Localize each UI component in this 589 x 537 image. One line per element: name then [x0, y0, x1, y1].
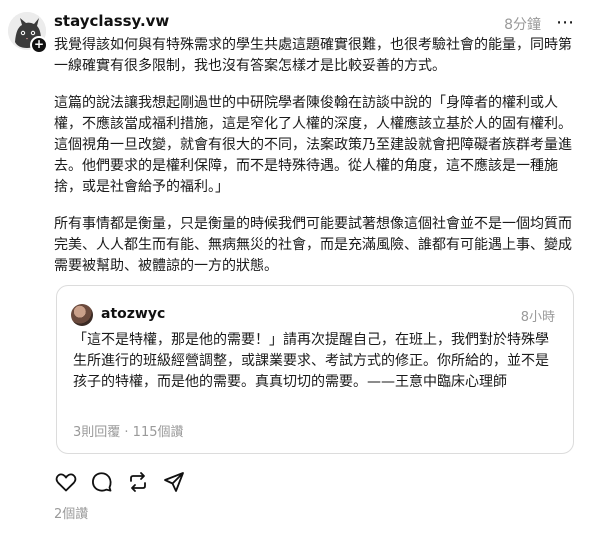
comment-icon[interactable] [90, 470, 114, 494]
post-paragraph: 這篇的說法讓我想起剛過世的中研院學者陳俊翰在訪談中說的「身障者的權利或人權，不應… [54, 95, 572, 195]
post-paragraph: 所有事情都是衡量，只是衡量的時候我們可能要試著想像這個社會並不是一個均質而完美、… [54, 216, 572, 274]
heart-icon[interactable] [54, 470, 78, 494]
post-time: 8分鐘 [504, 17, 541, 33]
share-icon[interactable] [162, 470, 186, 494]
quoted-post-card[interactable]: atozwyc 8小時 「這不是特權，那是他的需要！」請再次提醒自己，在班上，我… [56, 285, 574, 454]
action-bar [54, 470, 186, 494]
follow-plus-icon[interactable]: + [30, 36, 48, 54]
quoted-username[interactable]: atozwyc [101, 306, 165, 322]
more-options-icon[interactable]: ⋯ [556, 12, 575, 33]
quoted-time: 8小時 [520, 310, 555, 325]
post-body: 我覺得該如何與有特殊需求的學生共處這題確實很難，也很考驗社會的能量，同時第一線確… [54, 35, 576, 293]
quoted-body: 「這不是特權，那是他的需要！」請再次提醒自己，在班上，我們對於特殊學生所進行的班… [73, 332, 549, 390]
repost-icon[interactable] [126, 470, 150, 494]
post-paragraph: 我覺得該如何與有特殊需求的學生共處這題確實很難，也很考驗社會的能量，同時第一線確… [54, 37, 572, 74]
likes-count[interactable]: 2個讚 [54, 503, 88, 522]
quoted-stats[interactable]: 3則回覆 · 115個讚 [73, 421, 183, 440]
quoted-user-avatar[interactable] [71, 304, 93, 326]
post-username[interactable]: stayclassy.vw [54, 12, 169, 30]
